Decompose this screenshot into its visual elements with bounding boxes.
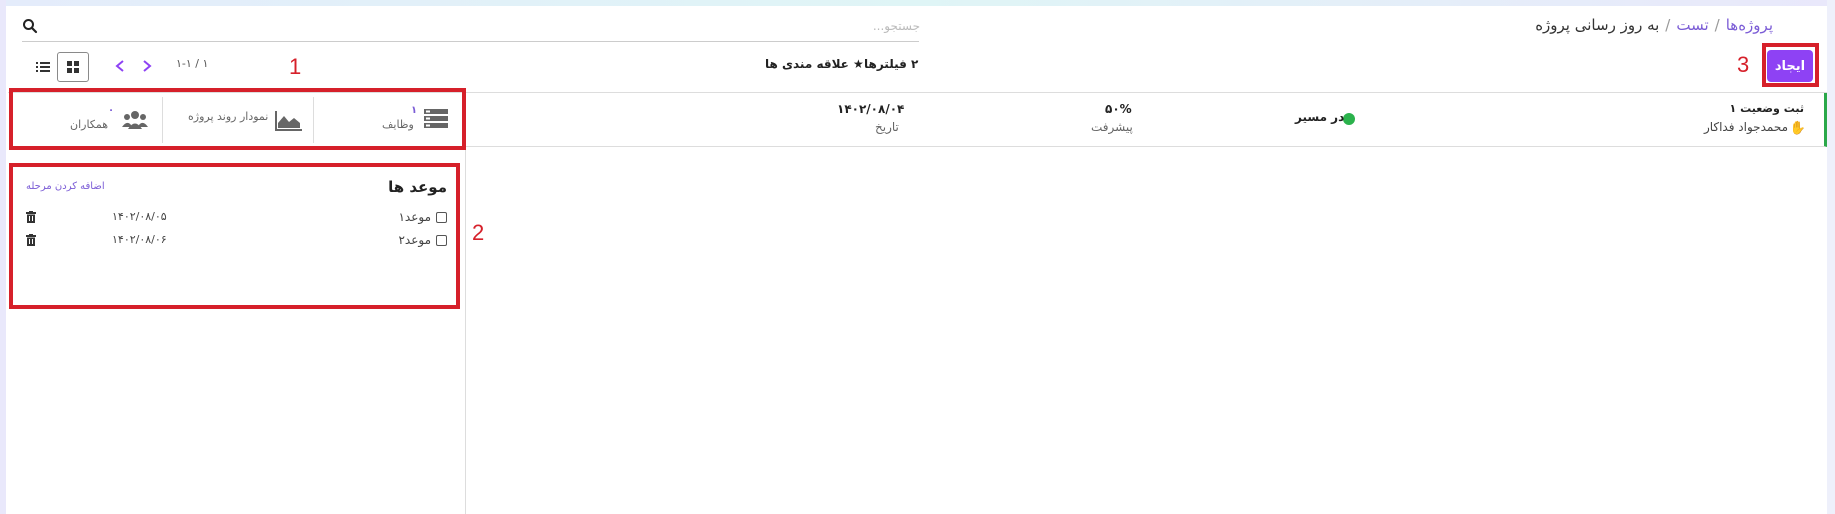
breadcrumb-current: به روز رسانی پروژه — [1535, 16, 1660, 34]
breadcrumb: پروژه‌ها / تست / به روز رسانی پروژه — [1535, 16, 1773, 34]
chevron-left-icon — [115, 60, 124, 72]
chevron-right-icon — [143, 60, 152, 72]
status-update-card[interactable]: ثبت وضعیت ۱ ✋ محمدجواد فداکار در مسیر ۵۰… — [465, 93, 1827, 147]
annotation-label-2: 2 — [472, 220, 485, 245]
top-gradient-bar — [0, 0, 1835, 6]
list-view-icon — [36, 62, 50, 72]
left-rail — [0, 0, 6, 514]
status-update-user: محمدجواد فداکار — [1703, 120, 1788, 134]
date-label: تاریخ — [875, 120, 899, 134]
status-dot-icon — [1343, 113, 1355, 125]
breadcrumb-separator: / — [1665, 16, 1671, 34]
status-update-title: ثبت وضعیت ۱ — [1729, 102, 1804, 115]
filters-toggle[interactable]: ۲ فیلترها — [864, 57, 918, 71]
breadcrumb-project-link[interactable]: تست — [1676, 16, 1708, 34]
breadcrumb-separator: / — [1714, 16, 1720, 34]
annotation-box-3 — [1762, 43, 1819, 87]
annotation-box-2 — [9, 163, 460, 309]
pager-value: ۱-۱ / ۱ — [176, 57, 209, 70]
hand-icon: ✋ — [1789, 121, 1806, 136]
progress-label: پیشرفت — [1091, 120, 1133, 134]
list-view-button[interactable] — [27, 52, 59, 82]
breadcrumb-projects-link[interactable]: پروژه‌ها — [1726, 16, 1773, 34]
pager-prev-button[interactable] — [110, 56, 130, 76]
kanban-view-button[interactable] — [57, 52, 89, 82]
annotation-box-1 — [9, 88, 466, 150]
right-rail — [1827, 0, 1835, 514]
date-value: ۱۴۰۲/۰۸/۰۴ — [837, 102, 905, 116]
progress-value: ۵۰% — [1105, 102, 1132, 116]
annotation-label-1: 1 — [289, 54, 302, 79]
sidebar-divider — [465, 147, 466, 514]
search-icon[interactable] — [22, 18, 38, 34]
favorites-toggle[interactable]: ★ علاقه مندی ها — [765, 57, 864, 71]
search-input[interactable] — [42, 14, 922, 38]
pager-next-button[interactable] — [137, 56, 157, 76]
kanban-view-icon — [67, 61, 79, 73]
status-value: در مسیر — [1295, 110, 1345, 124]
annotation-label-3: 3 — [1737, 52, 1750, 77]
search-underline — [22, 41, 919, 42]
